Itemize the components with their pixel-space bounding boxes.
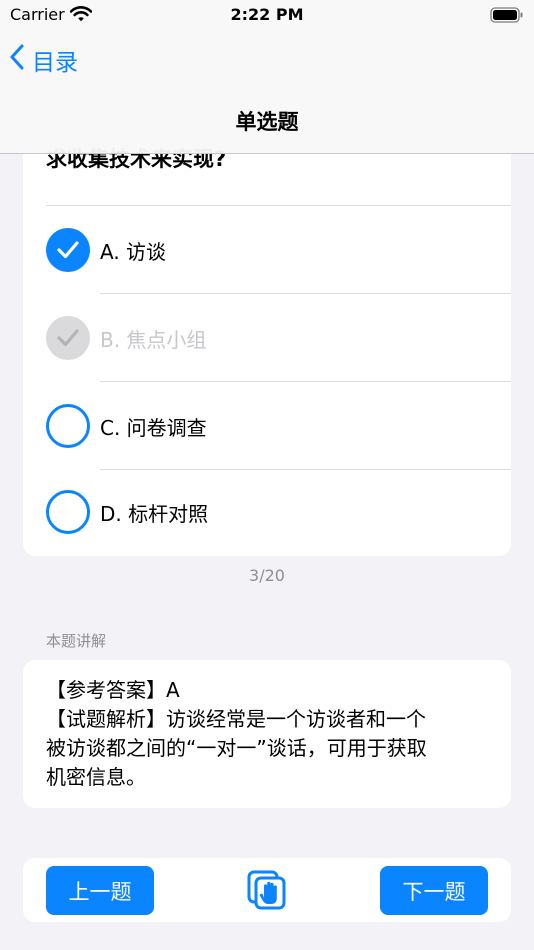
option-d[interactable]: D. 标杆对照 xyxy=(23,468,511,556)
explanation-card: 【参考答案】A 【试题解析】访谈经常是一个访谈者和一个 被访谈都之间的“一对一”… xyxy=(23,660,511,808)
checkmark-icon xyxy=(46,228,90,272)
radio-circle-icon xyxy=(46,404,90,448)
back-button-label: 目录 xyxy=(32,50,78,76)
question-card: 求收集技术来实现? A. 访谈 B. 焦点小组 C. 问卷调查 D. 标杆对照 xyxy=(23,90,511,556)
option-c-label: C. 问卷调查 xyxy=(100,416,207,440)
radio-circle-icon xyxy=(46,490,90,534)
explanation-line: 被访谈都之间的“一对一”谈话，可用于获取 xyxy=(46,736,427,760)
option-b-label: B. 焦点小组 xyxy=(100,328,207,352)
option-c[interactable]: C. 问卷调查 xyxy=(23,382,511,470)
option-a-label: A. 访谈 xyxy=(100,240,167,264)
page-title: 单选题 xyxy=(235,110,299,134)
explanation-line: 【试题解析】访谈经常是一个访谈者和一个 xyxy=(46,707,426,731)
option-a[interactable]: A. 访谈 xyxy=(23,206,511,294)
explanation-line: 机密信息。 xyxy=(46,765,146,789)
bottom-toolbar: 上一题 下一题 xyxy=(23,858,511,922)
hand-card-icon[interactable] xyxy=(245,868,289,912)
back-button[interactable]: 目录 xyxy=(10,40,78,80)
option-d-label: D. 标杆对照 xyxy=(100,502,209,526)
option-b[interactable]: B. 焦点小组 xyxy=(23,294,511,382)
explanation-line: 【参考答案】A xyxy=(46,678,180,702)
status-bar: Carrier 2:22 PM xyxy=(0,0,534,30)
battery-icon xyxy=(490,7,524,27)
checkmark-icon xyxy=(46,316,90,360)
question-progress: 3/20 xyxy=(249,566,285,585)
explanation-header: 本题讲解 xyxy=(46,632,107,650)
explanation-text: 【参考答案】A 【试题解析】访谈经常是一个访谈者和一个 被访谈都之间的“一对一”… xyxy=(46,676,496,792)
chevron-left-icon xyxy=(10,44,24,76)
next-question-button[interactable]: 下一题 xyxy=(380,866,488,915)
previous-question-button[interactable]: 上一题 xyxy=(46,866,154,915)
clock: 2:22 PM xyxy=(230,5,304,24)
